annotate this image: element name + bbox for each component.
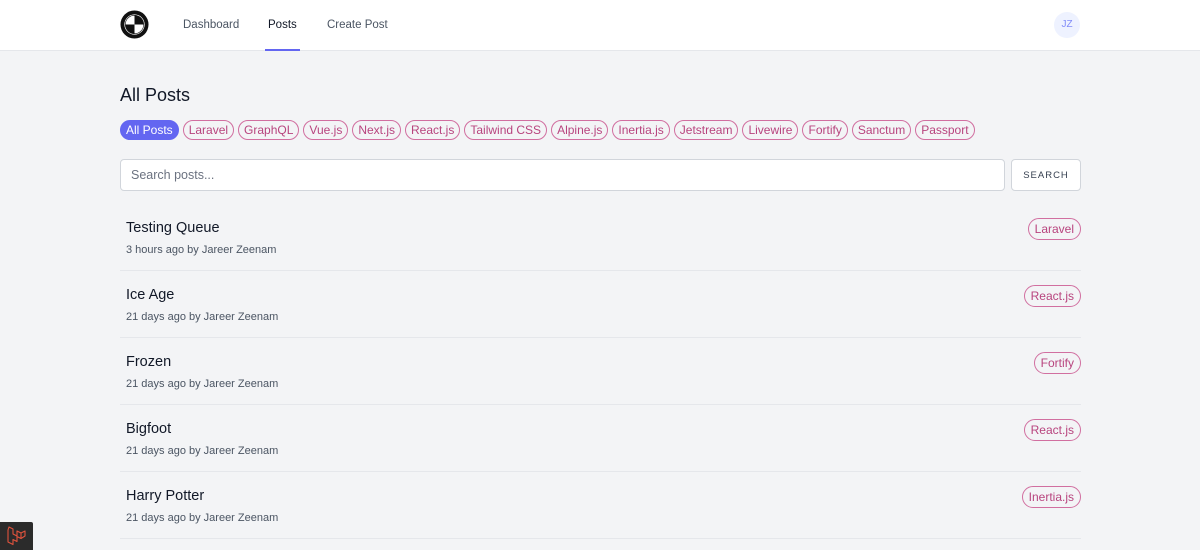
top-navigation: Dashboard Posts Create Post JZ — [0, 0, 1200, 51]
post-tag-badge[interactable]: Inertia.js — [1021, 486, 1081, 508]
tag-filter-alpinejs[interactable]: Alpine.js — [551, 120, 609, 140]
search-button[interactable]: SEARCH — [1011, 159, 1081, 191]
tag-filter-reactjs[interactable]: React.js — [405, 120, 461, 140]
post-list-item[interactable]: Frozen 21 days ago by Jareer Zeenam Fort… — [120, 338, 1081, 405]
post-tag-badge[interactable]: Laravel — [1027, 218, 1081, 240]
search-input[interactable] — [120, 159, 1005, 191]
tag-filter-livewire[interactable]: Livewire — [742, 120, 799, 140]
post-list-item[interactable]: Harry Potter 21 days ago by Jareer Zeena… — [120, 472, 1081, 539]
post-title[interactable]: Bigfoot — [126, 421, 171, 437]
tag-filter-fortify[interactable]: Fortify — [802, 120, 848, 140]
tag-filter-passport[interactable]: Passport — [915, 120, 975, 140]
post-tag-badge[interactable]: React.js — [1023, 419, 1081, 441]
post-list: Testing Queue 3 hours ago by Jareer Zeen… — [120, 204, 1081, 539]
nav-link-dashboard[interactable]: Dashboard — [183, 0, 239, 51]
tag-filter-graphql[interactable]: GraphQL — [238, 120, 300, 140]
tag-filter-nextjs[interactable]: Next.js — [352, 120, 401, 140]
post-list-item[interactable]: Ice Age 21 days ago by Jareer Zeenam Rea… — [120, 271, 1081, 338]
post-meta: 21 days ago by Jareer Zeenam — [126, 378, 279, 390]
tag-filter-list: All Posts Laravel GraphQL Vue.js Next.js… — [120, 120, 975, 140]
tag-filter-sanctum[interactable]: Sanctum — [851, 120, 912, 140]
post-meta: 21 days ago by Jareer Zeenam — [126, 311, 279, 323]
user-avatar[interactable]: JZ — [1054, 12, 1080, 38]
post-list-item[interactable]: Testing Queue 3 hours ago by Jareer Zeen… — [120, 204, 1081, 271]
debug-bar-toggle[interactable] — [0, 522, 33, 550]
tag-filter-laravel[interactable]: Laravel — [182, 120, 235, 140]
page-title: All Posts — [120, 85, 191, 105]
post-title[interactable]: Harry Potter — [126, 488, 204, 504]
laravel-icon — [7, 526, 26, 546]
tag-filter-tailwind-css[interactable]: Tailwind CSS — [464, 120, 548, 140]
post-meta: 21 days ago by Jareer Zeenam — [126, 445, 279, 457]
tag-filter-all-posts[interactable]: All Posts — [120, 120, 179, 140]
tag-filter-vuejs[interactable]: Vue.js — [303, 120, 349, 140]
post-title[interactable]: Ice Age — [126, 287, 174, 303]
nav-link-posts[interactable]: Posts — [265, 0, 300, 51]
logo-icon[interactable] — [120, 10, 149, 39]
post-title[interactable]: Testing Queue — [126, 220, 220, 236]
post-title[interactable]: Frozen — [126, 354, 171, 370]
tag-filter-inertiajs[interactable]: Inertia.js — [612, 120, 670, 140]
post-meta: 3 hours ago by Jareer Zeenam — [126, 244, 277, 256]
post-meta: 21 days ago by Jareer Zeenam — [126, 512, 279, 524]
post-tag-badge[interactable]: React.js — [1023, 285, 1081, 307]
tag-filter-jetstream[interactable]: Jetstream — [673, 120, 739, 140]
post-tag-badge[interactable]: Fortify — [1033, 352, 1081, 374]
post-list-item[interactable]: Bigfoot 21 days ago by Jareer Zeenam Rea… — [120, 405, 1081, 472]
nav-link-create-post[interactable]: Create Post — [327, 0, 388, 51]
